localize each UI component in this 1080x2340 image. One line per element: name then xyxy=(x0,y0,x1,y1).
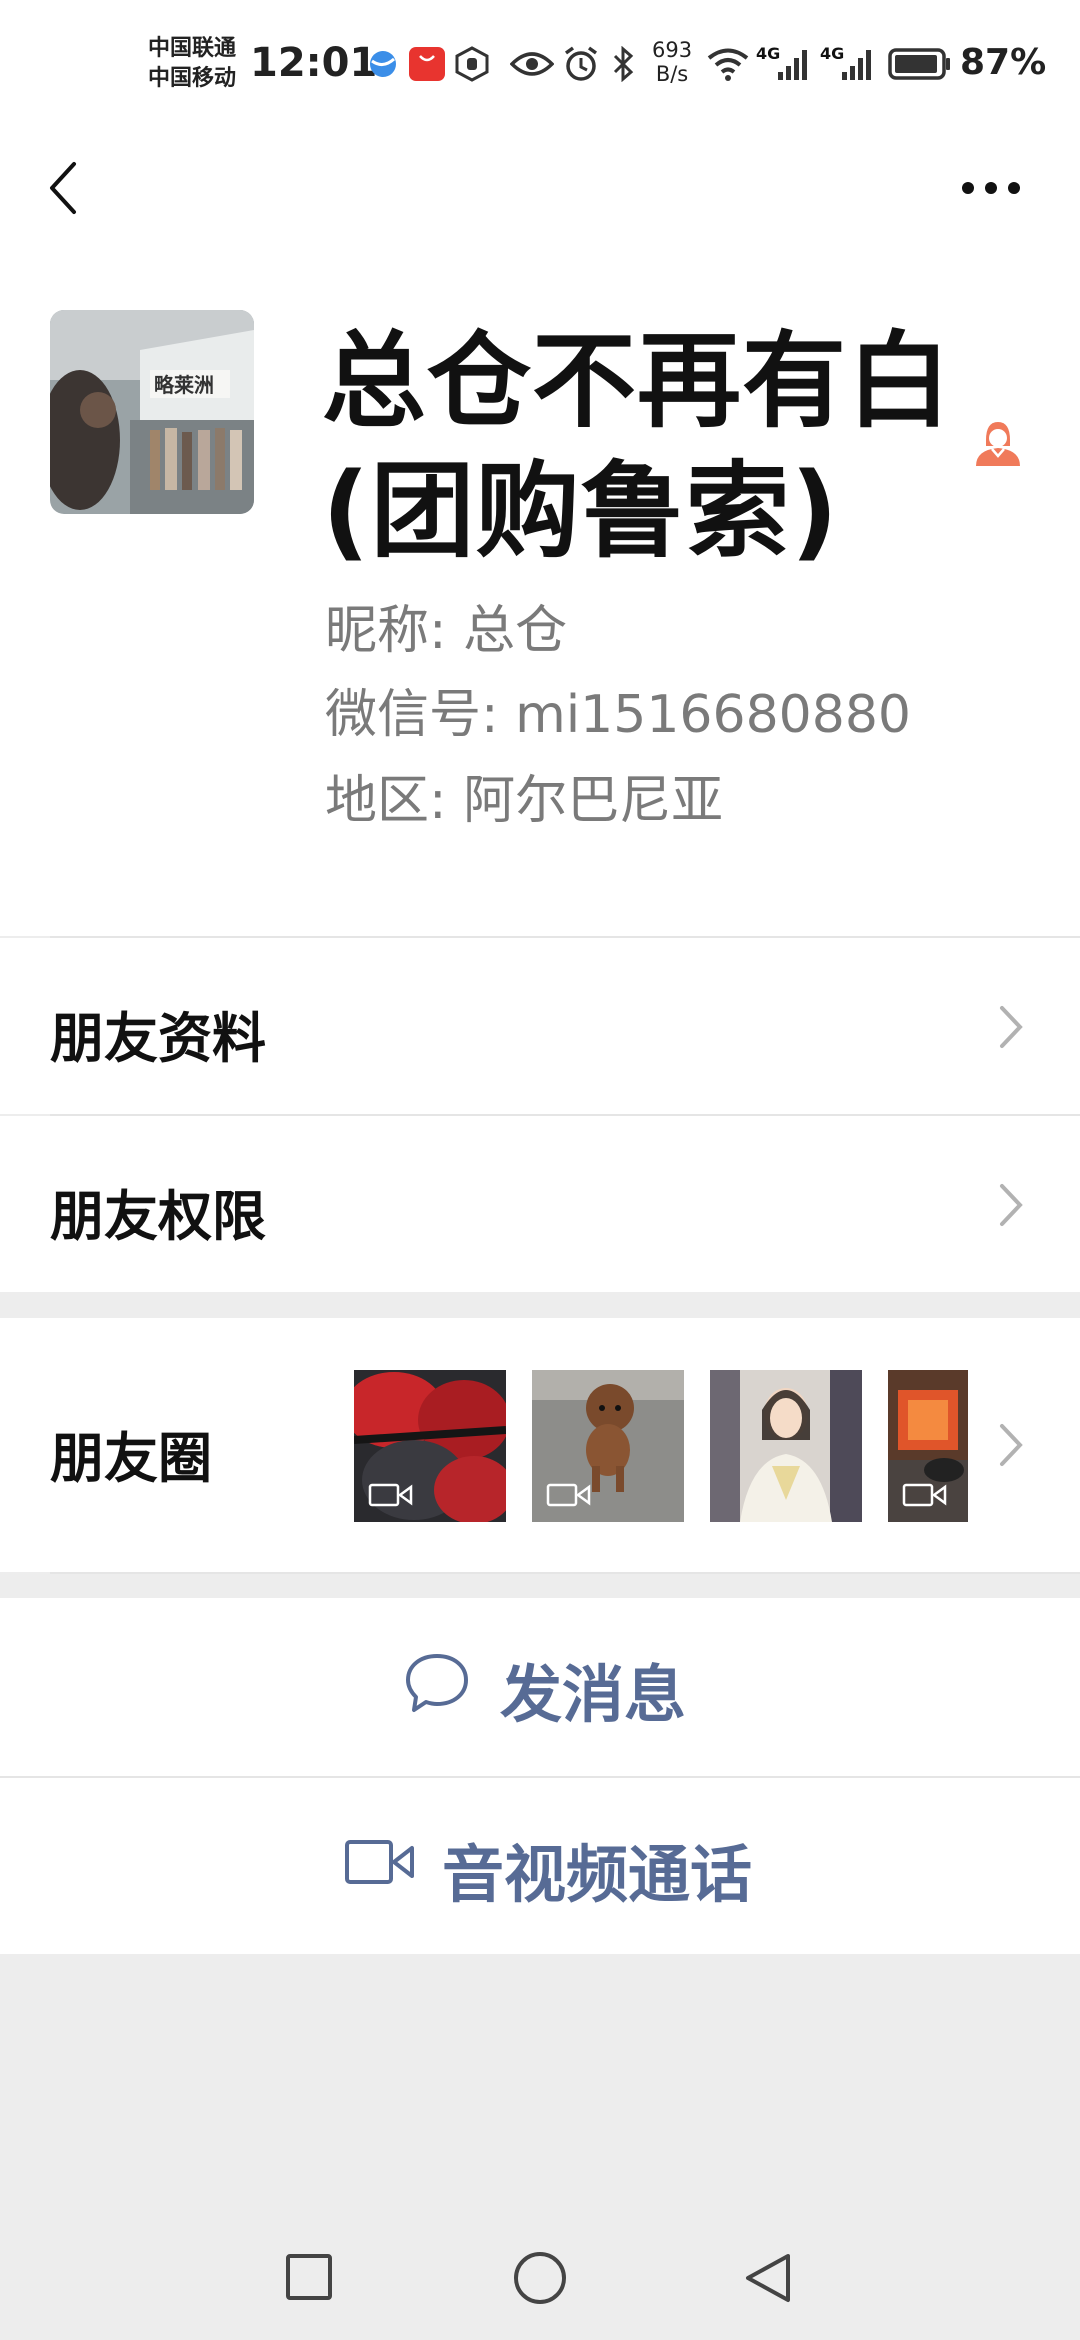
avatar-sign-text: 略莱洲 xyxy=(154,373,214,397)
status-bar: 中国联通 中国移动 12:01 693 B/s 4G 4G 87% xyxy=(0,0,1080,130)
browser-icon xyxy=(368,44,398,84)
region-line: 地区: 阿尔巴尼亚 xyxy=(325,766,723,836)
region-value: 阿尔巴尼亚 xyxy=(463,771,724,831)
huawei-store-icon xyxy=(408,44,446,84)
friend-permissions-label: 朋友权限 xyxy=(50,1185,266,1248)
video-camera-icon xyxy=(344,1834,416,1890)
nickname-value: 总仓 xyxy=(463,601,568,661)
bluetooth-icon xyxy=(610,44,636,84)
video-camera-icon xyxy=(902,1482,948,1508)
alarm-icon xyxy=(562,44,600,84)
wechat-id-label: 微信号: xyxy=(325,685,499,745)
chevron-right-icon xyxy=(996,1180,1026,1230)
chevron-right-icon xyxy=(996,1002,1026,1052)
moments-thumbnail[interactable] xyxy=(354,1370,506,1522)
circle-home-icon[interactable] xyxy=(512,2250,568,2306)
signal-icon: 4G xyxy=(756,44,812,84)
send-message-label: 发消息 xyxy=(500,1658,687,1731)
more-dots-icon xyxy=(962,182,1020,194)
carrier-info: 中国联通 中国移动 xyxy=(148,34,258,94)
top-navigation xyxy=(0,130,1080,300)
video-call-label: 音视频通话 xyxy=(442,1838,753,1911)
square-recent-apps-icon[interactable] xyxy=(284,2252,334,2302)
moments-thumbnail[interactable] xyxy=(888,1370,968,1522)
moments-thumbnail[interactable] xyxy=(532,1370,684,1522)
eye-icon xyxy=(510,44,554,84)
friend-permissions-row[interactable]: 朋友权限 xyxy=(0,1116,1080,1292)
video-camera-icon xyxy=(368,1482,414,1508)
moments-label: 朋友圈 xyxy=(50,1427,212,1490)
video-camera-icon xyxy=(546,1482,592,1508)
chevron-left-icon xyxy=(50,162,76,214)
send-message-button[interactable]: 发消息 xyxy=(0,1598,1080,1776)
clock: 12:01 xyxy=(250,40,378,86)
carrier-1: 中国联通 xyxy=(148,36,237,61)
avatar[interactable]: 略莱洲 xyxy=(50,310,254,514)
nickname-label: 昵称: xyxy=(325,601,447,661)
video-call-button[interactable]: 音视频通话 xyxy=(0,1778,1080,1954)
back-button[interactable] xyxy=(40,152,86,224)
divider xyxy=(50,1572,1080,1574)
more-button[interactable] xyxy=(956,170,1026,206)
friend-info-label: 朋友资料 xyxy=(50,1007,266,1070)
gender-female-icon xyxy=(972,416,1024,468)
wechat-id-line[interactable]: 微信号: mi1516680880 xyxy=(325,680,911,750)
carrier-2: 中国移动 xyxy=(148,66,237,91)
region-label: 地区: xyxy=(325,771,447,831)
net-speed: 693 B/s xyxy=(652,38,693,86)
signal-icon-2: 4G xyxy=(820,44,876,84)
battery-percent: 87% xyxy=(960,42,1047,83)
friend-info-row[interactable]: 朋友资料 xyxy=(0,938,1080,1114)
hand-shield-icon xyxy=(454,44,490,84)
chat-bubble-icon xyxy=(404,1650,470,1716)
system-nav-bar xyxy=(0,2200,1080,2340)
display-name: 总仓不再有白 (团购鲁索) xyxy=(322,320,953,572)
battery-icon xyxy=(888,44,952,84)
triangle-back-icon[interactable] xyxy=(742,2250,794,2306)
wifi-icon xyxy=(706,44,750,84)
nickname-line: 昵称: 总仓 xyxy=(325,596,567,666)
wechat-id-value: mi1516680880 xyxy=(515,685,912,745)
moments-thumbnail[interactable] xyxy=(710,1370,862,1522)
chevron-right-icon xyxy=(996,1420,1026,1470)
